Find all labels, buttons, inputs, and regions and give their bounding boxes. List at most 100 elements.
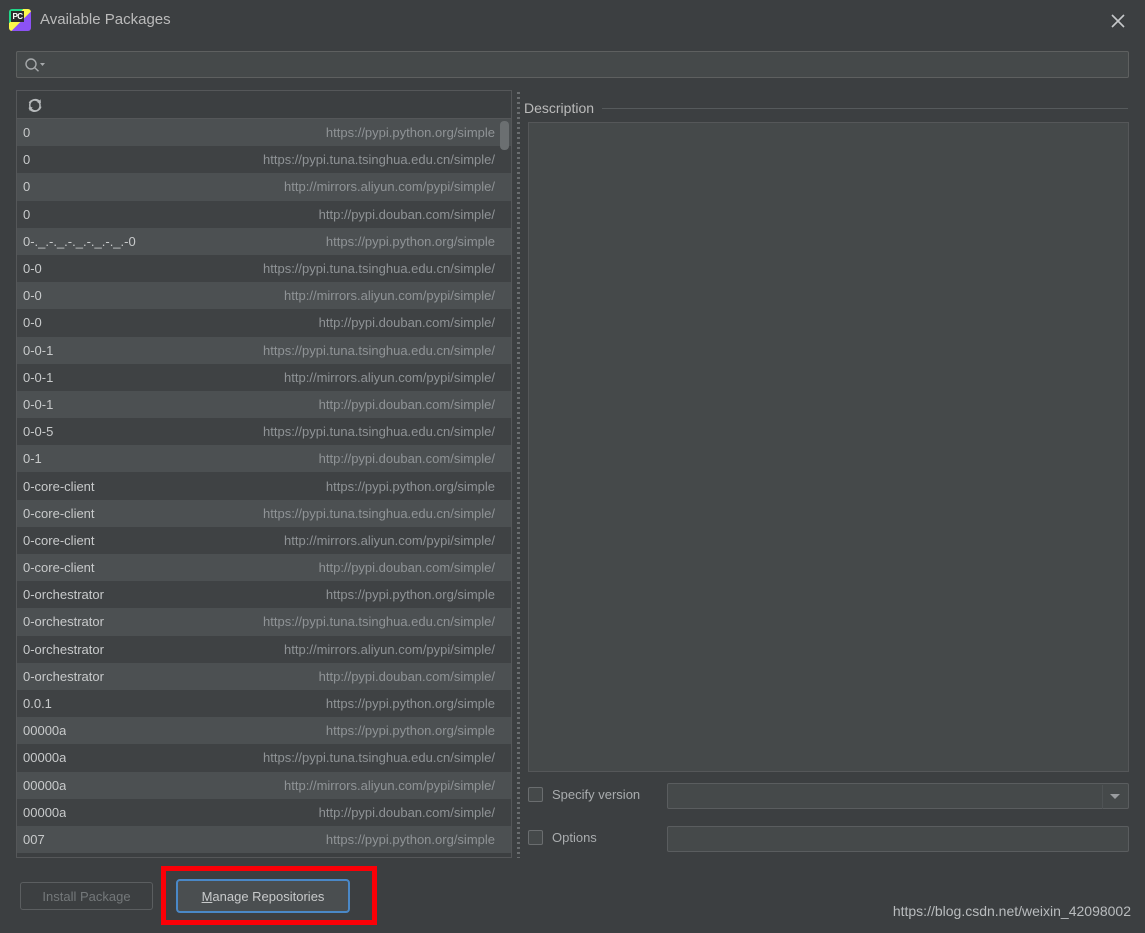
package-name: 0-core-client bbox=[23, 478, 95, 494]
package-name: 0-core-client bbox=[23, 532, 95, 548]
package-name: 0-0 bbox=[23, 288, 42, 304]
package-name: 0-0-1 bbox=[23, 369, 54, 385]
package-repository: https://pypi.tuna.tsinghua.edu.cn/simple… bbox=[263, 152, 495, 168]
specify-version-dropdown[interactable] bbox=[667, 783, 1129, 809]
package-name: 00000a bbox=[23, 777, 67, 793]
package-row[interactable]: 0-core-client http://mirrors.aliyun.com/p… bbox=[17, 526, 511, 554]
package-name: 0-orchestrator bbox=[23, 587, 104, 603]
specify-version-row: Specify version bbox=[528, 783, 1129, 809]
search-field[interactable] bbox=[16, 51, 1129, 78]
package-repository: https://pypi.python.org/simple bbox=[325, 125, 495, 141]
description-separator bbox=[524, 108, 1128, 109]
package-row[interactable]: 0-0 http://pypi.douban.com/simple/ bbox=[17, 309, 511, 337]
package-row[interactable]: 0 http://mirrors.aliyun.com/pypi/simple/ bbox=[17, 173, 511, 201]
package-row[interactable]: 00000a http://mirrors.aliyun.com/pypi/sim… bbox=[17, 771, 511, 799]
package-row[interactable]: 0-._.-._.-._.-._.-._.-0 https://pypi.pyth… bbox=[17, 227, 511, 255]
package-row[interactable]: 0-core-client https://pypi.tuna.tsinghua.… bbox=[17, 499, 511, 527]
package-name: 0-0-1 bbox=[23, 396, 54, 412]
package-row[interactable]: 007 https://pypi.python.org/simple bbox=[17, 825, 511, 854]
description-content bbox=[528, 122, 1129, 772]
splitter-grip-icon bbox=[517, 92, 520, 858]
package-row[interactable]: 0 http://pypi.douban.com/simple/ bbox=[17, 200, 511, 228]
manage-repositories-button[interactable]: Manage Repositories bbox=[176, 879, 350, 913]
package-repository: https://pypi.tuna.tsinghua.edu.cn/simple… bbox=[263, 505, 495, 521]
package-repository: https://pypi.python.org/simple bbox=[325, 478, 495, 494]
options-checkbox[interactable] bbox=[528, 830, 543, 845]
search-input[interactable] bbox=[49, 52, 1122, 77]
package-repository: http://pypi.douban.com/simple/ bbox=[318, 206, 495, 222]
packages-list-scrollbar-thumb[interactable] bbox=[500, 121, 509, 150]
install-package-button[interactable]: Install Package bbox=[20, 882, 153, 910]
package-repository: https://pypi.python.org/simple bbox=[325, 723, 495, 739]
package-row[interactable]: 0-orchestrator http://mirrors.aliyun.com/… bbox=[17, 635, 511, 663]
package-repository: https://pypi.tuna.tsinghua.edu.cn/simple… bbox=[263, 424, 495, 440]
package-name: 0-core-client bbox=[23, 505, 95, 521]
package-repository: https://pypi.tuna.tsinghua.edu.cn/simple… bbox=[263, 614, 495, 630]
package-name: 0 bbox=[23, 152, 31, 168]
package-row[interactable]: 0-0-5 https://pypi.tuna.tsinghua.edu.cn/s… bbox=[17, 418, 511, 446]
package-repository: https://pypi.tuna.tsinghua.edu.cn/simple… bbox=[263, 750, 495, 766]
package-name: 0.0.1 bbox=[23, 696, 52, 712]
package-repository: http://mirrors.aliyun.com/pypi/simple/ bbox=[284, 532, 495, 548]
package-name: 0-._.-._.-._.-._.-._.-0 bbox=[23, 233, 136, 249]
manage-repositories-mnemonic: M bbox=[201, 888, 213, 904]
package-row[interactable]: 0-0 https://pypi.tuna.tsinghua.edu.cn/sim… bbox=[17, 254, 511, 283]
package-row[interactable]: 0-orchestrator https://pypi.tuna.tsinghua… bbox=[17, 608, 511, 636]
package-name: 0 bbox=[23, 179, 31, 195]
package-name: 00000a bbox=[23, 804, 67, 820]
package-row[interactable]: 0-0-1 http://pypi.douban.com/simple/ bbox=[17, 390, 511, 419]
package-row[interactable]: 0.0.1 https://pypi.python.org/simple bbox=[17, 689, 511, 718]
refresh-icon[interactable] bbox=[26, 96, 44, 114]
package-repository: https://pypi.tuna.tsinghua.edu.cn/simple… bbox=[263, 261, 495, 277]
chevron-down-icon bbox=[1110, 794, 1120, 799]
package-repository: http://pypi.douban.com/simple/ bbox=[318, 396, 495, 412]
package-name: 0-0 bbox=[23, 261, 42, 277]
package-row[interactable]: 0-orchestrator http://pypi.douban.com/sim… bbox=[17, 662, 511, 690]
package-row[interactable]: 0-1 http://pypi.douban.com/simple/ bbox=[17, 445, 511, 473]
manage-repositories-label: anage Repositories bbox=[212, 888, 325, 904]
package-repository: http://mirrors.aliyun.com/pypi/simple/ bbox=[284, 179, 495, 195]
package-repository: http://pypi.douban.com/simple/ bbox=[318, 451, 495, 467]
specify-version-checkbox[interactable] bbox=[528, 787, 543, 802]
packages-list-panel: 0 https://pypi.python.org/simple 0 https://… bbox=[16, 90, 512, 858]
dialog-titlebar: PC Available Packages bbox=[0, 0, 1145, 40]
package-repository: http://pypi.douban.com/simple/ bbox=[318, 315, 495, 331]
package-name: 00000a bbox=[23, 723, 67, 739]
panel-splitter[interactable] bbox=[515, 92, 522, 858]
package-row[interactable]: 00000a http://pypi.douban.com/simple/ bbox=[17, 798, 511, 826]
package-row[interactable]: 0-core-client http://pypi.douban.com/simp… bbox=[17, 554, 511, 582]
package-name: 0-core-client bbox=[23, 560, 95, 576]
package-repository: http://mirrors.aliyun.com/pypi/simple/ bbox=[284, 777, 495, 793]
packages-list-body[interactable]: 0 https://pypi.python.org/simple 0 https://… bbox=[17, 119, 511, 857]
package-repository: https://pypi.python.org/simple bbox=[325, 831, 495, 847]
package-name: 0-0-5 bbox=[23, 424, 54, 440]
watermark-text: https://blog.csdn.net/weixin_42098002 bbox=[892, 903, 1131, 919]
options-input[interactable] bbox=[667, 826, 1129, 852]
package-repository: https://pypi.python.org/simple bbox=[325, 587, 495, 603]
package-row[interactable]: 00000a https://pypi.python.org/simple bbox=[17, 717, 511, 745]
package-name: 0-1 bbox=[23, 451, 42, 467]
package-row[interactable]: 0-0-1 http://mirrors.aliyun.com/pypi/simp… bbox=[17, 363, 511, 391]
package-row[interactable]: 0-core-client https://pypi.python.org/sim… bbox=[17, 472, 511, 500]
search-icon[interactable] bbox=[24, 57, 46, 73]
package-row[interactable]: 0-0 http://mirrors.aliyun.com/pypi/simple… bbox=[17, 282, 511, 310]
package-repository: http://pypi.douban.com/simple/ bbox=[318, 560, 495, 576]
package-repository: http://mirrors.aliyun.com/pypi/simple/ bbox=[284, 288, 495, 304]
packages-list-scrollbar[interactable] bbox=[498, 120, 511, 857]
close-icon[interactable] bbox=[1107, 10, 1129, 32]
package-row[interactable]: 0 https://pypi.tuna.tsinghua.edu.cn/simpl… bbox=[17, 146, 511, 174]
package-name: 0 bbox=[23, 125, 31, 141]
package-repository: http://pypi.douban.com/simple/ bbox=[318, 668, 495, 684]
pycharm-icon: PC bbox=[9, 9, 31, 31]
package-repository: http://mirrors.aliyun.com/pypi/simple/ bbox=[284, 641, 495, 657]
available-packages-dialog: PC Available Packages 0 https://pypi.pyt… bbox=[0, 0, 1145, 933]
package-row[interactable]: 0 https://pypi.python.org/simple bbox=[17, 119, 511, 147]
options-label: Options bbox=[552, 830, 597, 845]
package-name: 0-orchestrator bbox=[23, 668, 104, 684]
package-row[interactable]: 0-orchestrator https://pypi.python.org/si… bbox=[17, 581, 511, 609]
package-name: 0-0 bbox=[23, 315, 42, 331]
package-name: 007 bbox=[23, 831, 45, 847]
package-name: 0-orchestrator bbox=[23, 641, 104, 657]
package-row[interactable]: 0-0-1 https://pypi.tuna.tsinghua.edu.cn/s… bbox=[17, 336, 511, 364]
package-row[interactable]: 00000a https://pypi.tuna.tsinghua.edu.cn/… bbox=[17, 744, 511, 772]
